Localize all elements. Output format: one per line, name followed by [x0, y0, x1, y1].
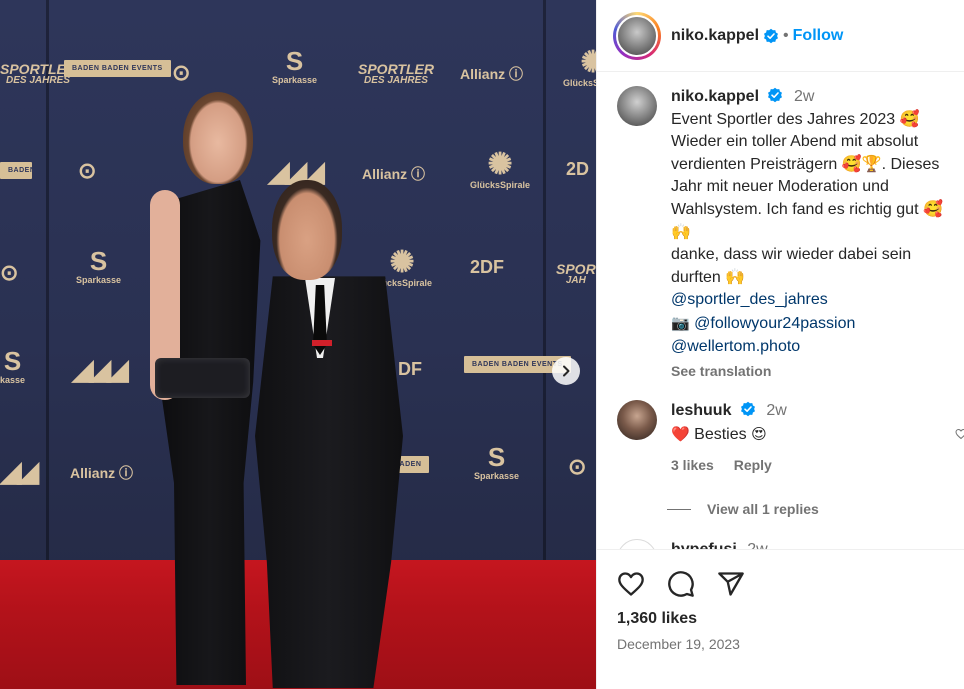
logo-zdf: DF	[398, 359, 422, 379]
logo-allianz: Allianz ⓘ	[362, 166, 426, 182]
logo-toyota: ⊙	[0, 260, 19, 285]
replies-divider	[667, 508, 691, 510]
view-replies[interactable]: View all 1 replies	[667, 501, 819, 517]
caption-time: 2w	[793, 88, 815, 105]
logo-allianz: Allianz ⓘ	[460, 66, 524, 82]
verified-badge-icon	[764, 28, 779, 43]
caption-line: durften 🙌	[671, 268, 746, 286]
caption-avatar[interactable]	[617, 86, 657, 126]
see-translation-link[interactable]: See translation	[671, 360, 961, 383]
caption: niko.kappel 2w Event Sportler des Jahres…	[617, 86, 961, 383]
logo-zdf: 2DF	[470, 257, 505, 277]
caption-line: 🙌	[671, 223, 691, 241]
wall-seam	[543, 0, 546, 570]
comments-scroll[interactable]: niko.kappel 2w Event Sportler des Jahres…	[597, 73, 964, 549]
separator-dot: •	[783, 26, 789, 44]
logo-toyota: ⊙	[172, 60, 191, 85]
logo-sparkasse: S Sparkasse	[474, 442, 520, 481]
comment-text: Besties	[694, 425, 747, 443]
next-photo-button[interactable]	[552, 357, 580, 385]
author-username[interactable]: niko.kappel	[671, 27, 759, 45]
logo-baden-baden-events: BADEN BADEN EVENTS	[64, 60, 171, 77]
mention-link[interactable]: @sportler_des_jahres	[671, 289, 961, 312]
mention-link[interactable]: @followyour24passion	[694, 315, 855, 332]
caption-username[interactable]: niko.kappel	[671, 88, 759, 105]
chevron-right-icon	[563, 365, 570, 377]
heart-icon[interactable]	[617, 570, 645, 598]
share-icon[interactable]	[717, 570, 745, 598]
caption-line: Wahlsystem. Ich fand es richtig gut 🥰	[671, 200, 943, 218]
verified-badge-icon	[740, 401, 755, 417]
comment: hypefusi 2w	[617, 539, 768, 549]
post-header: niko.kappel • Follow	[597, 0, 964, 72]
heart-eyes-emoji: 😍	[751, 424, 767, 443]
mention-link[interactable]: @wellertom.photo	[671, 336, 961, 359]
logo-adidas: ◢◢◢	[72, 354, 129, 385]
logo-sparkasse: S Sparkasse	[272, 46, 318, 85]
author-avatar[interactable]	[613, 11, 661, 60]
logo-baden-baden-events: BADEN	[0, 162, 35, 179]
post-sidebar: niko.kappel • Follow niko.kappel 2w Even…	[596, 0, 964, 689]
logo-sportler-des-jahres: SPOR JAH	[556, 261, 596, 286]
caption-line: verdienten Preisträgern 🥰🏆. Dieses	[671, 155, 940, 173]
post-date[interactable]: December 19, 2023	[617, 636, 740, 652]
clutch-bag	[155, 358, 250, 398]
pocket-square	[312, 340, 332, 346]
logo-gluecksspirale: ✺GlücksSpirale	[470, 148, 531, 190]
view-replies-label[interactable]: View all 1 replies	[707, 501, 819, 517]
logo-gluecksspirale: ✺GlücksSpirale	[563, 46, 596, 88]
caption-line: Jahr mit neuer Moderation und	[671, 178, 889, 196]
commenter-avatar[interactable]	[617, 400, 657, 440]
logo-sparkasse: Skasse	[0, 346, 26, 385]
logo-zdf: 2D	[566, 159, 590, 179]
comment-time: 2w	[747, 541, 767, 549]
logo-adidas: ◢◢	[0, 456, 39, 487]
comment-username[interactable]: hypefusi	[671, 541, 737, 549]
reply-button[interactable]: Reply	[734, 457, 772, 473]
commenter-avatar[interactable]	[617, 539, 657, 549]
likes-count[interactable]: 1,360 likes	[617, 610, 697, 628]
verified-badge-icon	[768, 87, 783, 103]
red-heart-emoji: ❤️	[671, 424, 690, 443]
comment-time: 2w	[766, 402, 787, 419]
logo-toyota: ⊙	[568, 454, 587, 479]
logo-sportler-des-jahres: SPORTLER DES JAHRES	[358, 61, 434, 86]
woman-head	[183, 92, 253, 184]
comment-likes[interactable]: 3 likes	[671, 457, 714, 473]
comment-username[interactable]: leshuuk	[671, 402, 731, 419]
comment-like-heart-icon[interactable]	[955, 428, 964, 440]
comment: leshuuk 2w ❤️ Besties 😍 3 likes Reply	[617, 400, 788, 477]
caption-line: danke, dass wir wieder dabei sein	[671, 246, 912, 264]
logo-toyota: ⊙	[78, 158, 97, 183]
caption-line: Wieder ein toller Abend mit absolut	[671, 133, 919, 151]
logo-sparkasse: S Sparkasse	[76, 246, 122, 285]
logo-allianz: Allianz ⓘ	[70, 465, 134, 481]
man-figure	[255, 276, 403, 688]
follow-button[interactable]: Follow	[793, 27, 844, 45]
comment-icon[interactable]	[667, 570, 695, 598]
man-head	[272, 180, 342, 280]
caption-line: Event Sportler des Jahres 2023 🥰	[671, 110, 920, 128]
post-photo[interactable]: SPORTLER DES JAHRES BADEN BADEN EVENTS ⊙ …	[0, 0, 596, 689]
camera-emoji: 📷	[671, 313, 690, 332]
